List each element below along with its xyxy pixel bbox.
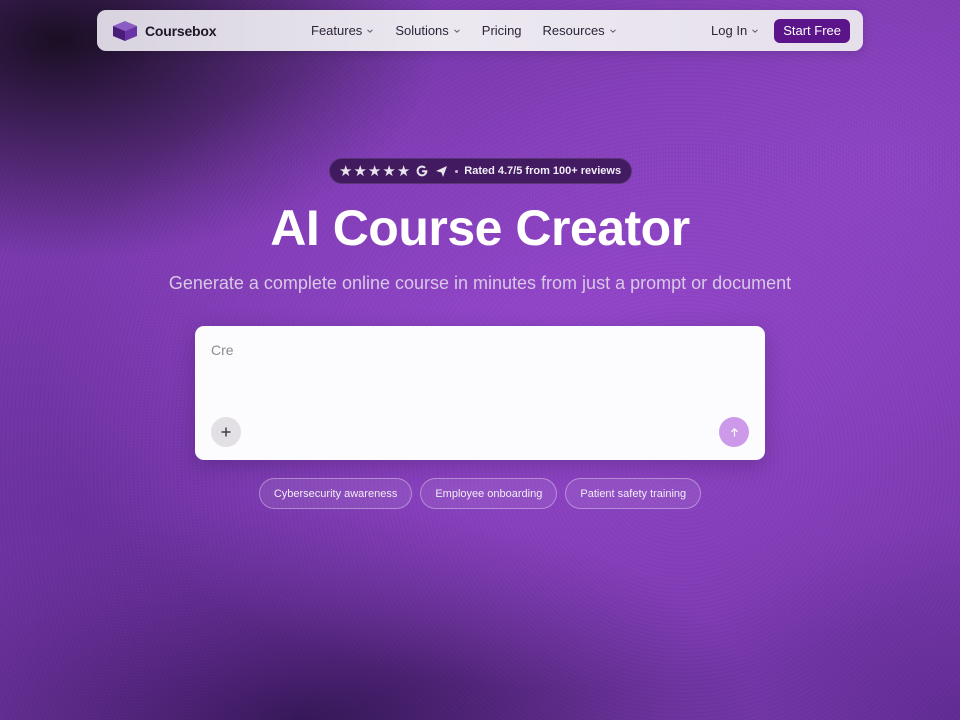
suggestion-chips: Cybersecurity awareness Employee onboard…	[0, 478, 960, 509]
nav-item-pricing[interactable]: Pricing	[482, 23, 522, 38]
capterra-arrow-icon	[436, 165, 448, 177]
send-button[interactable]	[719, 417, 749, 447]
nav-item-label: Resources	[542, 23, 605, 38]
plus-icon	[221, 427, 231, 437]
start-free-button[interactable]: Start Free	[774, 18, 850, 43]
chevron-down-icon	[453, 28, 460, 33]
star-rating: ★ ★ ★ ★ ★	[339, 164, 410, 179]
nav-actions: Log In Start Free	[711, 18, 850, 43]
suggestion-chip-patient-safety[interactable]: Patient safety training	[565, 478, 702, 509]
cube-icon	[113, 20, 137, 41]
login-link[interactable]: Log In	[711, 23, 759, 38]
chevron-down-icon	[752, 28, 759, 33]
nav-item-resources[interactable]: Resources	[543, 23, 617, 38]
nav-item-label: Pricing	[481, 23, 522, 38]
star-icon: ★	[382, 162, 396, 180]
nav-item-features[interactable]: Features	[311, 23, 374, 38]
brand-name: Coursebox	[145, 22, 217, 39]
prompt-box	[195, 326, 765, 460]
star-icon: ★	[339, 162, 353, 180]
star-icon: ★	[367, 162, 382, 180]
star-icon: ★	[353, 162, 367, 180]
nav-item-solutions[interactable]: Solutions	[395, 23, 460, 38]
nav-item-label: Features	[311, 23, 363, 38]
chevron-down-icon	[367, 28, 374, 33]
suggestion-chip-cybersecurity[interactable]: Cybersecurity awareness	[258, 478, 413, 509]
star-icon: ★	[396, 162, 411, 180]
prompt-input[interactable]	[211, 342, 741, 412]
login-label: Log In	[711, 23, 748, 38]
page-title: AI Course Creator	[270, 200, 690, 256]
separator-dot	[455, 169, 459, 173]
google-icon	[416, 165, 428, 177]
arrow-up-icon	[730, 427, 738, 436]
chevron-down-icon	[609, 28, 616, 33]
add-attachment-button[interactable]	[211, 417, 241, 447]
page-subtitle: Generate a complete online course in min…	[168, 273, 792, 293]
top-navigation: Coursebox Features Solutions Pricing Res…	[97, 10, 863, 51]
main-menu: Features Solutions Pricing Resources	[311, 23, 638, 38]
nav-item-label: Solutions	[395, 23, 449, 38]
rating-text: Rated 4.7/5 from 100+ reviews	[464, 165, 622, 177]
suggestion-chip-onboarding[interactable]: Employee onboarding	[420, 478, 558, 509]
rating-badge: ★ ★ ★ ★ ★ Rated 4.7/5 from 100+ reviews	[329, 158, 632, 184]
brand[interactable]: Coursebox	[112, 20, 302, 42]
